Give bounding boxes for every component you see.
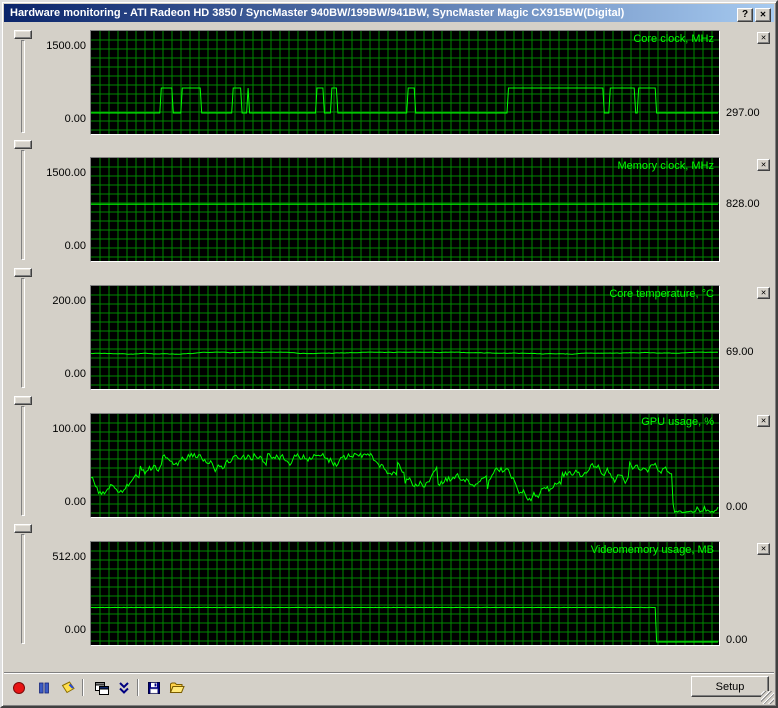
cascade-windows-icon [95, 682, 109, 695]
slider-track[interactable] [21, 278, 25, 388]
current-value: 0.00 [726, 501, 748, 514]
slider-thumb[interactable] [14, 524, 32, 533]
hardware-monitoring-window: Hardware monitoring - ATI Radeon HD 3850… [0, 0, 778, 708]
slider-track[interactable] [21, 534, 25, 644]
open-folder-icon [169, 682, 185, 693]
scale-slider-core-temperature[interactable] [12, 268, 34, 390]
collapse-button[interactable] [113, 677, 135, 699]
axis-max-label: 1500.00 [46, 167, 86, 179]
save-button[interactable] [143, 677, 165, 699]
cascade-button[interactable] [90, 677, 112, 699]
toolbar-separator [82, 679, 84, 696]
monitor-panel-core-clock: 1500.00 0.00 Core clock, MHz 297.00 ✕ [4, 30, 776, 135]
graph-core-temperature: Core temperature, °C [90, 285, 720, 390]
current-value: 828.00 [726, 198, 760, 211]
open-button[interactable] [166, 677, 188, 699]
pause-icon [39, 682, 49, 694]
slider-thumb[interactable] [14, 30, 32, 39]
graph-title: Core temperature, °C [609, 288, 714, 300]
monitor-panel-videomemory-usage: 512.00 0.00 Videomemory usage, MB 0.00 ✕ [4, 524, 776, 646]
pause-button[interactable] [33, 677, 55, 699]
scale-slider-videomemory-usage[interactable] [12, 524, 34, 646]
resize-grip[interactable] [761, 691, 774, 704]
axis-max-label: 512.00 [52, 551, 86, 563]
graph-title: Memory clock, MHz [617, 160, 714, 172]
record-button[interactable] [8, 677, 30, 699]
monitor-panel-memory-clock: 1500.00 0.00 Memory clock, MHz 828.00 ✕ [4, 140, 776, 262]
axis-min-label: 0.00 [64, 624, 86, 636]
axis-min-label: 0.00 [64, 240, 86, 252]
graph-title: GPU usage, % [641, 416, 714, 428]
chart-core-temperature [91, 286, 719, 389]
slider-thumb[interactable] [14, 140, 32, 149]
chart-core-clock [91, 31, 719, 134]
slider-track[interactable] [21, 406, 25, 516]
current-value: 69.00 [726, 346, 754, 359]
toolbar-separator [137, 679, 139, 696]
graph-title: Videomemory usage, MB [590, 544, 714, 556]
scale-slider-memory-clock[interactable] [12, 140, 34, 262]
panel-close-button[interactable]: ✕ [757, 159, 770, 171]
graph-videomemory-usage: Videomemory usage, MB [90, 541, 720, 646]
setup-button[interactable]: Setup [691, 676, 769, 697]
bookmark-button[interactable] [57, 677, 79, 699]
monitor-panel-core-temperature: 200.00 0.00 Core temperature, °C 69.00 ✕ [4, 268, 776, 390]
current-value: 297.00 [726, 107, 760, 119]
record-icon [13, 682, 25, 694]
axis-min-label: 0.00 [64, 368, 86, 380]
bookmark-icon [61, 681, 75, 694]
axis-min-label: 0.00 [64, 113, 86, 125]
slider-track[interactable] [21, 150, 25, 260]
chart-gpu-usage [91, 414, 719, 517]
slider-thumb[interactable] [14, 396, 32, 405]
axis-max-label: 1500.00 [46, 40, 86, 52]
scale-slider-core-clock[interactable] [12, 30, 34, 135]
panels-container: 1500.00 0.00 Core clock, MHz 297.00 ✕ 1500.00… [2, 2, 776, 706]
graph-memory-clock: Memory clock, MHz [90, 157, 720, 262]
scale-slider-gpu-usage[interactable] [12, 396, 34, 518]
toolbar: Setup [4, 672, 774, 700]
graph-title: Core clock, MHz [633, 33, 714, 45]
chart-videomemory-usage [91, 542, 719, 645]
panel-close-button[interactable]: ✕ [757, 287, 770, 299]
axis-max-label: 200.00 [52, 295, 86, 307]
panel-close-button[interactable]: ✕ [757, 543, 770, 555]
axis-min-label: 0.00 [64, 496, 86, 508]
axis-max-label: 100.00 [52, 423, 86, 435]
slider-thumb[interactable] [14, 268, 32, 277]
save-icon [148, 682, 160, 694]
chart-memory-clock [91, 158, 719, 261]
graph-gpu-usage: GPU usage, % [90, 413, 720, 518]
current-value: 0.00 [726, 634, 748, 646]
graph-core-clock: Core clock, MHz [90, 30, 720, 135]
monitor-panel-gpu-usage: 100.00 0.00 GPU usage, % 0.00 ✕ [4, 396, 776, 518]
panel-close-button[interactable]: ✕ [757, 415, 770, 427]
double-chevron-down-icon [119, 682, 129, 694]
slider-track[interactable] [21, 40, 25, 133]
panel-close-button[interactable]: ✕ [757, 32, 770, 44]
